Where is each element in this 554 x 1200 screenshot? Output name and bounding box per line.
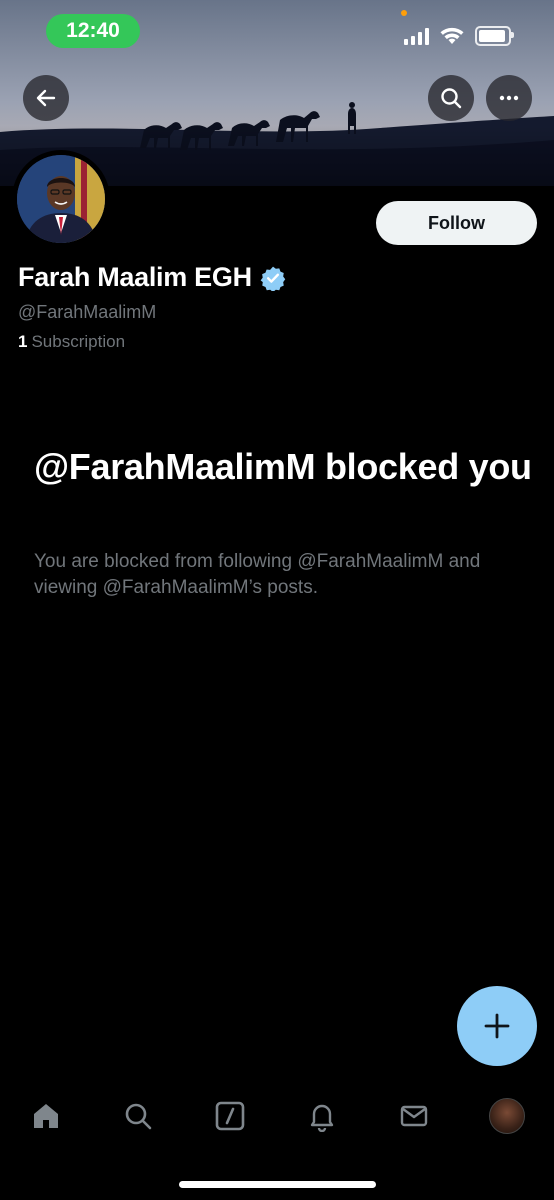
blocked-description: You are blocked from following @FarahMaa…	[34, 551, 481, 598]
search-button[interactable]	[428, 75, 474, 121]
tab-profile[interactable]	[489, 1098, 525, 1134]
profile-avatar	[489, 1098, 525, 1134]
tab-search[interactable]	[120, 1098, 156, 1134]
more-button[interactable]	[486, 75, 532, 121]
wifi-icon	[440, 27, 464, 44]
profile-avatar[interactable]	[12, 150, 110, 248]
tab-messages[interactable]	[396, 1098, 432, 1134]
blocked-title: @FarahMaalimM blocked you	[34, 446, 532, 487]
search-icon	[441, 88, 462, 109]
profile-handle: @FarahMaalimM	[18, 302, 157, 322]
compose-post-button[interactable]	[457, 986, 537, 1066]
back-button[interactable]	[23, 75, 69, 121]
status-time: 12:40	[66, 19, 120, 42]
tab-notifications[interactable]	[304, 1098, 340, 1134]
messages-icon	[400, 1105, 428, 1127]
battery-icon	[475, 26, 514, 46]
notifications-icon	[310, 1104, 334, 1132]
profile-photo	[17, 155, 105, 243]
plus-icon	[484, 1013, 510, 1039]
grok-icon	[215, 1101, 245, 1131]
privacy-indicator-dot	[401, 10, 407, 16]
follow-button[interactable]: Follow	[376, 201, 537, 245]
home-indicator[interactable]	[179, 1181, 376, 1188]
cellular-signal-icon	[404, 27, 429, 45]
tab-grok[interactable]	[212, 1098, 248, 1134]
bottom-tab-bar	[0, 1086, 554, 1146]
arrow-left-icon	[36, 89, 56, 107]
home-icon	[34, 1104, 58, 1128]
profile-display-name: Farah Maalim EGH	[18, 262, 252, 292]
subscription-count: 1	[18, 332, 28, 351]
verified-badge-icon[interactable]	[260, 265, 286, 291]
profile-name-row: Farah Maalim EGH	[18, 262, 286, 293]
tab-home[interactable]	[28, 1098, 64, 1134]
more-horizontal-icon	[499, 95, 519, 101]
status-icons	[404, 24, 514, 48]
subscription-count-link[interactable]: 1 Subscription	[18, 332, 125, 352]
search-icon	[125, 1103, 152, 1130]
status-time-pill: 12:40	[46, 14, 140, 48]
subscription-label: Subscription	[31, 332, 126, 351]
